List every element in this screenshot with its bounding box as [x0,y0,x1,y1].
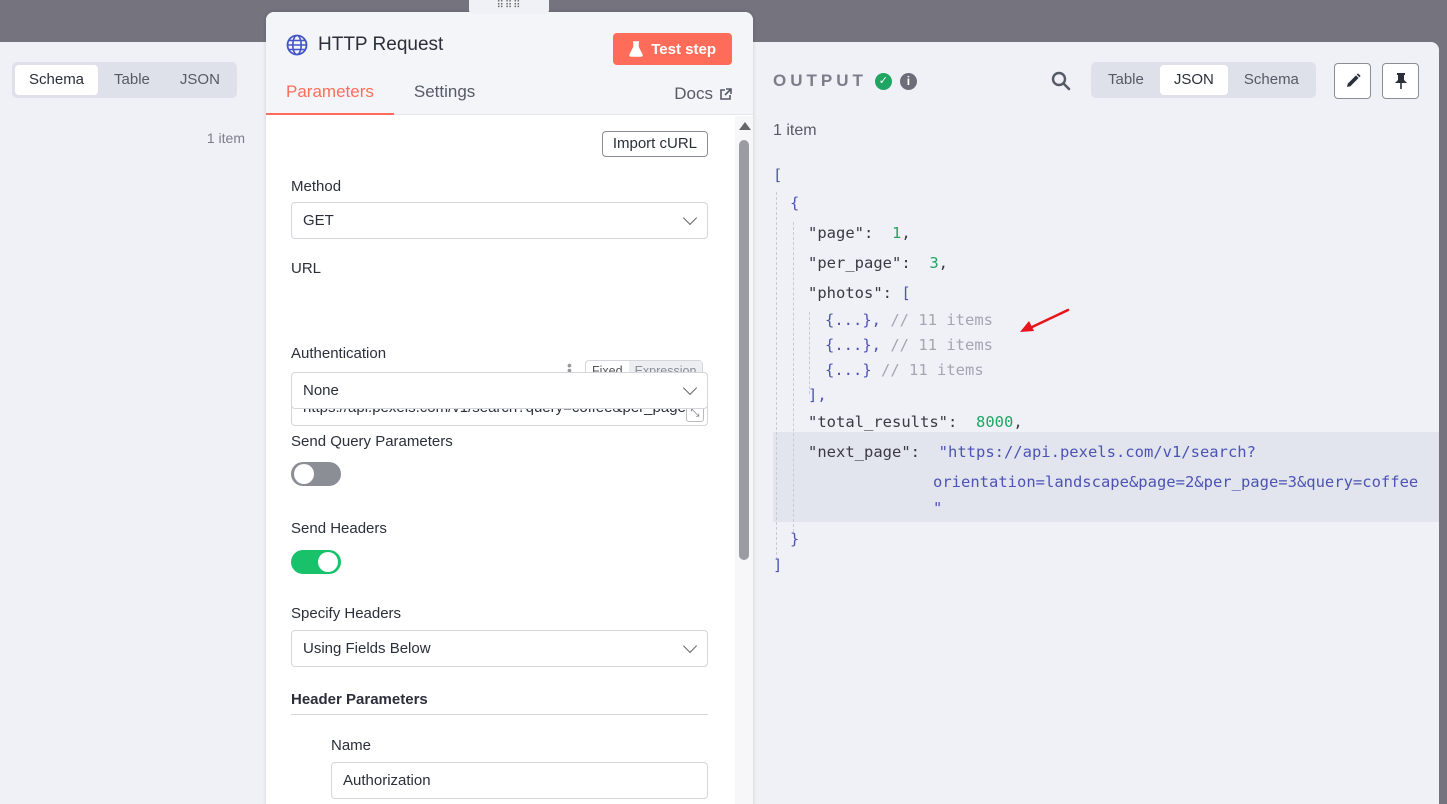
external-link-icon [720,87,732,100]
chevron-down-icon [682,210,698,226]
method-label: Method [291,178,342,195]
chevron-down-icon [682,380,698,396]
tab-parameters[interactable]: Parameters [266,82,394,115]
indent-guide [809,312,810,394]
specify-headers-value: Using Fields Below [303,640,431,657]
globe-icon [286,34,308,56]
indent-guide [793,222,794,532]
test-step-button[interactable]: Test step [613,33,732,65]
toggle-knob [294,464,314,484]
json-line-photos: "photos": [ [808,284,911,302]
header-name-label: Name [331,737,372,754]
success-check-icon: ✓ [874,72,892,90]
method-value: GET [303,212,334,229]
scroll-thumb[interactable] [739,140,749,560]
search-icon[interactable] [1051,71,1071,91]
tab-settings[interactable]: Settings [394,82,495,115]
specify-headers-label: Specify Headers [291,605,402,622]
output-header: OUTPUT ✓ i [773,71,917,91]
json-close-array: ] [773,556,783,574]
import-curl-button[interactable]: Import cURL [601,131,708,157]
node-title-text[interactable]: HTTP Request [318,34,443,56]
input-view-switcher: Schema Table JSON [12,62,237,98]
output-item-count: 1 item [773,122,817,139]
output-tab-json[interactable]: JSON [1159,65,1228,95]
output-tab-schema[interactable]: Schema [1230,65,1313,95]
json-line-total-results: "total_results": 8000, [808,413,1023,431]
drag-handle-icon[interactable]: ⠿⠿⠿ [469,0,549,14]
send-query-label: Send Query Parameters [291,433,453,450]
edit-output-button[interactable] [1334,63,1371,99]
json-open-array: [ [773,166,783,184]
json-open-object: { [790,194,800,212]
node-title: HTTP Request [286,34,443,56]
json-line-page: "page": 1, [808,224,911,242]
input-pane: Schema Table JSON 1 item [0,42,266,804]
pencil-icon [1346,73,1361,87]
node-parameters-panel: HTTP Request Test step Parameters Settin… [266,12,753,804]
json-next-page-end: " [933,499,943,517]
test-step-label: Test step [651,40,716,58]
header-parameters-title: Header Parameters [291,691,708,715]
pin-data-button[interactable] [1382,63,1419,99]
send-headers-toggle[interactable] [291,550,341,574]
info-icon[interactable]: i [899,72,917,90]
input-item-count: 1 item [206,130,245,146]
authentication-label: Authentication [291,345,387,362]
json-photos-close: ], [808,386,827,404]
method-select[interactable]: GET [291,202,708,239]
json-close-object: } [790,530,800,548]
send-headers-label: Send Headers [291,520,387,537]
json-photo-item[interactable]: {...}, // 11 items [825,336,993,354]
docs-label: Docs [674,84,713,103]
output-title: OUTPUT [773,71,867,90]
output-tab-table[interactable]: Table [1094,65,1158,95]
header-name-value: Authorization [343,772,431,789]
json-photo-item[interactable]: {...}, // 11 items [825,311,993,329]
node-tabs: Parameters Settings [266,82,495,115]
json-next-page-cont: orientation=landscape&page=2&per_page=3&… [933,473,1419,491]
authentication-select[interactable]: None [291,372,708,409]
json-photo-item[interactable]: {...} // 11 items [825,361,984,379]
output-view-switcher: Table JSON Schema [1091,62,1316,98]
panel-scrollbar[interactable] [735,116,753,804]
parameters-form: Import cURL Method GET URL ••• Fixed Exp… [266,116,734,804]
specify-headers-select[interactable]: Using Fields Below [291,630,708,667]
input-tab-json[interactable]: JSON [166,65,234,95]
json-line-next-page: "next_page": "https://api.pexels.com/v1/… [808,443,1256,461]
pin-icon [1394,73,1407,89]
chevron-down-icon [682,638,698,654]
toggle-knob [318,552,338,572]
input-tab-schema[interactable]: Schema [15,65,99,95]
json-line-per-page: "per_page": 3, [808,254,949,272]
scroll-up-icon[interactable] [739,122,751,130]
output-pane: OUTPUT ✓ i Table JSON Schema 1 item [ { … [752,42,1439,804]
indent-guide [776,192,777,560]
red-arrow-annotation [1020,308,1070,332]
flask-icon [629,41,644,57]
docs-link[interactable]: Docs [674,84,732,104]
url-label: URL [291,260,322,277]
header-name-input[interactable]: Authorization [331,762,708,799]
input-tab-table[interactable]: Table [100,65,164,95]
authentication-value: None [303,382,339,399]
send-query-toggle[interactable] [291,462,341,486]
panel-header: HTTP Request Test step Parameters Settin… [266,12,753,115]
